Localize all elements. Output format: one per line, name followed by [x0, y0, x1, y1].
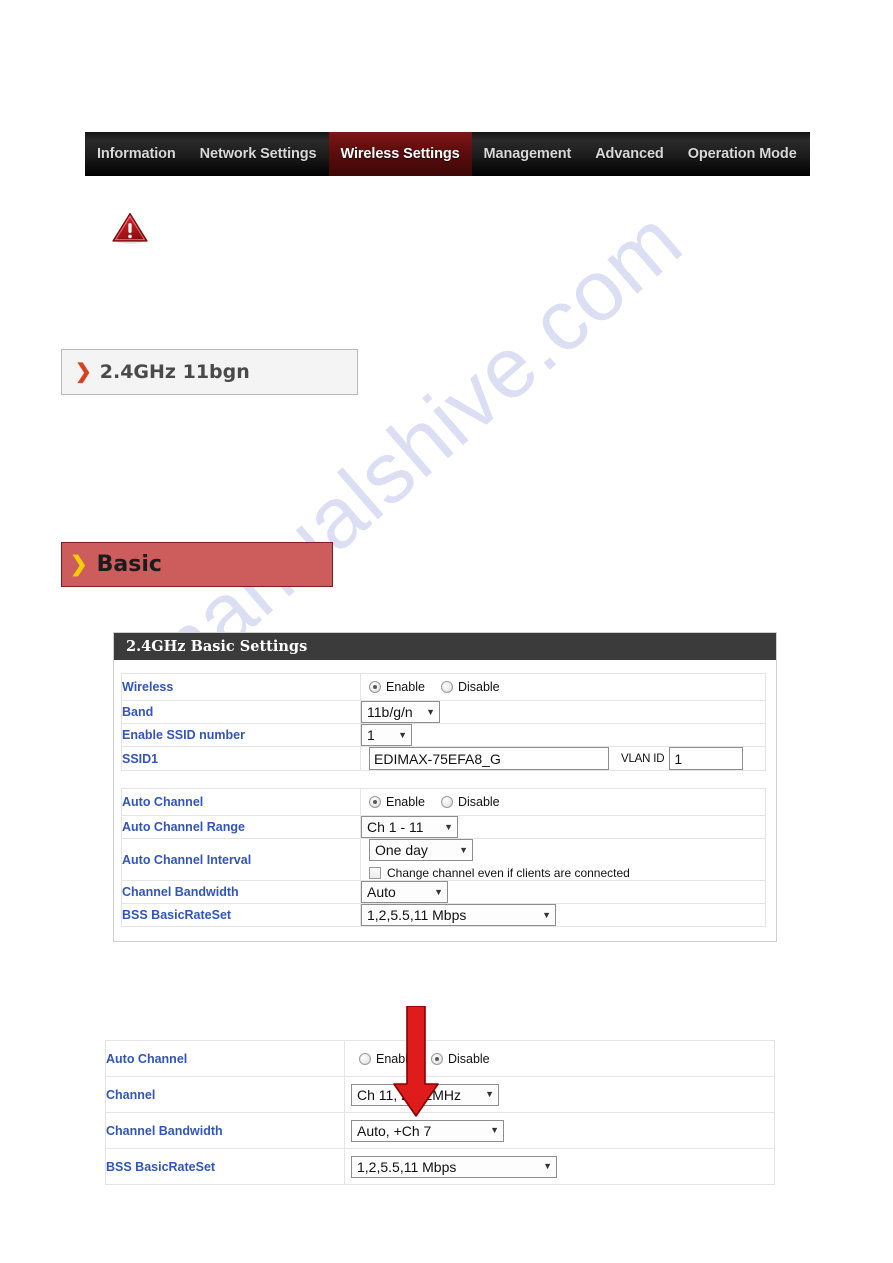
select-channel-bandwidth-2-value: Auto, +Ch 7: [357, 1122, 432, 1139]
row-label-auto-channel-interval: Auto Channel Interval: [121, 838, 361, 881]
select-channel-bandwidth[interactable]: Auto ▼: [361, 881, 448, 903]
table-row: Wireless Enable Disable: [121, 673, 766, 701]
select-bss-basic-rate-set-2[interactable]: 1,2,5.5,11 Mbps ▼: [351, 1155, 557, 1178]
table-row: Auto Channel Range Ch 1 - 11 ▼: [121, 815, 766, 839]
section-header-band: ❯ 2.4GHz 11bgn: [61, 349, 358, 395]
radio-group-wireless: Enable Disable: [361, 674, 765, 700]
row-label-wireless: Wireless: [121, 673, 361, 701]
input-ssid1[interactable]: EDIMAX-75EFA8_G: [369, 747, 609, 770]
row-value-enable-ssid-number: 1 ▼: [360, 723, 766, 747]
nav-item-operation-mode[interactable]: Operation Mode: [676, 132, 809, 176]
row-value-channel-bandwidth: Auto ▼: [360, 880, 766, 904]
change-channel-checkbox-row: Change channel even if clients are conne…: [361, 866, 765, 880]
row-label-auto-channel-range: Auto Channel Range: [121, 815, 361, 839]
chevron-down-icon: ▼: [444, 821, 453, 832]
table-row: Channel Bandwidth Auto ▼: [121, 880, 766, 904]
section-header-basic: ❯ Basic: [61, 542, 333, 587]
checkbox-change-channel-label: Change channel even if clients are conne…: [387, 866, 630, 880]
select-auto-channel-range[interactable]: Ch 1 - 11 ▼: [361, 816, 458, 838]
main-navigation-bar: Information Network Settings Wireless Se…: [85, 132, 810, 176]
table-row: Auto Channel Interval One day ▼ Change c…: [121, 838, 766, 881]
nav-item-management[interactable]: Management: [472, 132, 584, 176]
chevron-down-icon: ▼: [426, 706, 435, 717]
row-label-ssid1: SSID1: [121, 746, 361, 771]
select-bss-basic-rate-set-value: 1,2,5.5,11 Mbps: [367, 907, 467, 923]
panel-title: 2.4GHz Basic Settings: [114, 633, 776, 660]
select-band-value: 11b/g/n: [367, 704, 413, 720]
nav-item-wireless-settings[interactable]: Wireless Settings: [328, 132, 472, 176]
ssid1-field-group: EDIMAX-75EFA8_G VLAN ID 1: [361, 747, 765, 770]
chevron-right-icon: ❯: [75, 361, 92, 383]
row-value-ssid1: EDIMAX-75EFA8_G VLAN ID 1: [360, 746, 766, 771]
nav-item-advanced[interactable]: Advanced: [583, 132, 676, 176]
radio-wireless-disable-label: Disable: [457, 680, 500, 694]
row-label-enable-ssid-number: Enable SSID number: [121, 723, 361, 747]
nav-item-network-settings[interactable]: Network Settings: [188, 132, 329, 176]
row2-value-bss-basic-rate-set: 1,2,5.5,11 Mbps ▼: [344, 1148, 775, 1185]
table-row: Auto Channel Enable Disable: [121, 788, 766, 816]
radio-wireless-disable[interactable]: [440, 681, 453, 693]
chevron-down-icon: ▼: [398, 729, 407, 740]
select-auto-channel-interval-value: One day: [375, 842, 428, 858]
chevron-down-icon: ▼: [485, 1089, 494, 1099]
select-ssid-number-value: 1: [367, 727, 375, 743]
input-vlan-id[interactable]: 1: [669, 747, 744, 770]
chevron-down-icon: ▼: [490, 1125, 499, 1135]
table-row: Band 11b/g/n ▼: [121, 700, 766, 724]
radio-auto-channel-enable[interactable]: [369, 796, 381, 808]
select-channel-bandwidth-2[interactable]: Auto, +Ch 7 ▼: [351, 1119, 504, 1142]
auto-channel-interval-select-wrap: One day ▼: [361, 839, 765, 861]
chevron-down-icon: ▼: [542, 909, 551, 920]
chevron-right-icon: ❯: [70, 553, 88, 576]
table-row: BSS BasicRateSet 1,2,5.5,11 Mbps ▼: [105, 1148, 775, 1185]
select-ssid-number[interactable]: 1 ▼: [361, 724, 412, 746]
vlan-id-label: VLAN ID: [621, 752, 665, 765]
table-row: Enable SSID number 1 ▼: [121, 723, 766, 747]
select-band[interactable]: 11b/g/n ▼: [361, 701, 440, 723]
row2-label-channel: Channel: [105, 1076, 345, 1113]
table-row: BSS BasicRateSet 1,2,5.5,11 Mbps ▼: [121, 903, 766, 927]
row-value-bss-basic-rate-set: 1,2,5.5,11 Mbps ▼: [360, 903, 766, 927]
radio-auto-channel-2-disable-label: Disable: [447, 1051, 490, 1066]
select-auto-channel-range-value: Ch 1 - 11: [367, 819, 424, 835]
select-auto-channel-interval[interactable]: One day ▼: [369, 839, 473, 861]
table-row: SSID1 EDIMAX-75EFA8_G VLAN ID 1: [121, 746, 766, 771]
select-bss-basic-rate-set[interactable]: 1,2,5.5,11 Mbps ▼: [361, 904, 556, 926]
settings-table-group2: Auto Channel Enable Disable Auto Channel…: [121, 788, 766, 927]
radio-auto-channel-enable-label: Enable: [386, 795, 425, 809]
row2-label-bss-basic-rate-set: BSS BasicRateSet: [105, 1148, 345, 1185]
select-bss-basic-rate-set-2-value: 1,2,5.5,11 Mbps: [357, 1158, 457, 1175]
red-down-arrow-icon: [393, 1006, 439, 1117]
row-value-auto-channel-range: Ch 1 - 11 ▼: [360, 815, 766, 839]
radio-auto-channel-2-enable[interactable]: [359, 1052, 371, 1065]
warning-triangle-icon: [112, 212, 148, 244]
row2-label-auto-channel: Auto Channel: [105, 1040, 345, 1077]
row-label-bss-basic-rate-set: BSS BasicRateSet: [121, 903, 361, 927]
select-channel-bandwidth-value: Auto: [367, 884, 396, 900]
row-value-auto-channel-interval: One day ▼ Change channel even if clients…: [360, 838, 766, 881]
section-header-basic-label: Basic: [96, 552, 162, 577]
chevron-down-icon: ▼: [434, 886, 443, 897]
row-value-wireless: Enable Disable: [360, 673, 766, 701]
row-value-auto-channel: Enable Disable: [360, 788, 766, 816]
checkbox-change-channel[interactable]: [369, 867, 381, 879]
radio-wireless-enable[interactable]: [369, 681, 381, 693]
chevron-down-icon: ▼: [459, 844, 468, 855]
row-label-auto-channel: Auto Channel: [121, 788, 361, 816]
radio-group-auto-channel: Enable Disable: [361, 789, 765, 815]
radio-auto-channel-disable-label: Disable: [457, 795, 500, 809]
radio-auto-channel-disable[interactable]: [440, 796, 453, 808]
row2-label-channel-bandwidth: Channel Bandwidth: [105, 1112, 345, 1149]
nav-item-information[interactable]: Information: [85, 132, 188, 176]
row-value-band: 11b/g/n ▼: [360, 700, 766, 724]
settings-table-group1: Wireless Enable Disable Band 11b/g/n ▼ E…: [121, 673, 766, 771]
chevron-down-icon: ▼: [543, 1161, 552, 1171]
row-label-channel-bandwidth: Channel Bandwidth: [121, 880, 361, 904]
row-label-band: Band: [121, 700, 361, 724]
section-header-band-label: 2.4GHz 11bgn: [99, 361, 250, 383]
radio-wireless-enable-label: Enable: [386, 680, 425, 694]
basic-settings-panel: 2.4GHz Basic Settings Wireless Enable Di…: [113, 632, 777, 942]
